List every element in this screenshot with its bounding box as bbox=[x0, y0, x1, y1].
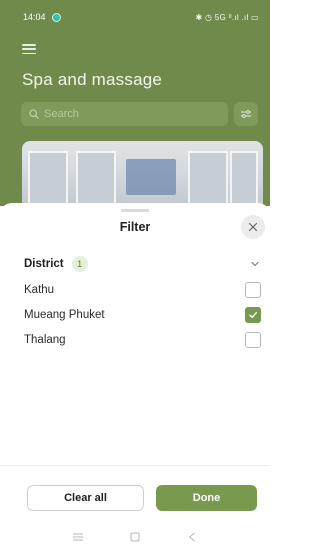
filter-button[interactable] bbox=[234, 102, 258, 126]
clear-all-button[interactable]: Clear all bbox=[27, 485, 144, 511]
checkbox[interactable] bbox=[245, 282, 261, 298]
sheet-grabber[interactable] bbox=[121, 209, 149, 212]
close-icon bbox=[248, 222, 258, 232]
checkbox-checked[interactable] bbox=[245, 307, 261, 323]
district-count-badge: 1 bbox=[71, 256, 88, 272]
checkbox[interactable] bbox=[245, 332, 261, 348]
district-section-header[interactable]: District 1 bbox=[24, 255, 260, 273]
back-nav-icon[interactable] bbox=[186, 531, 198, 543]
window-panel bbox=[188, 151, 228, 211]
search-box[interactable] bbox=[21, 102, 228, 126]
option-label: Kathu bbox=[24, 284, 55, 296]
district-label: District bbox=[24, 258, 64, 270]
chevron-down-icon bbox=[251, 261, 259, 267]
hamburger-line bbox=[22, 48, 36, 50]
window-panel bbox=[230, 151, 258, 211]
divider bbox=[0, 465, 270, 466]
close-button[interactable] bbox=[241, 215, 265, 239]
notification-dot-icon bbox=[51, 12, 61, 22]
hamburger-line bbox=[22, 52, 36, 54]
option-label: Thalang bbox=[24, 334, 66, 346]
search-input[interactable] bbox=[44, 108, 214, 120]
status-left: 14:04 bbox=[23, 12, 61, 22]
filter-icon bbox=[241, 110, 251, 118]
status-bar: 14:04 ✱ ◷ 5G ᴵᴵ.ıl .ıl ▭ bbox=[0, 0, 270, 34]
status-indicators: ✱ ◷ 5G ᴵᴵ.ıl .ıl ▭ bbox=[195, 12, 259, 22]
status-time: 14:04 bbox=[23, 12, 46, 22]
district-option-thalang[interactable]: Thalang bbox=[24, 331, 261, 349]
hamburger-line bbox=[22, 44, 36, 46]
option-label: Mueang Phuket bbox=[24, 309, 105, 321]
hamburger-icon[interactable] bbox=[22, 44, 36, 54]
filter-sheet: Filter District 1 Kathu Mueang Phuket Th… bbox=[0, 203, 270, 551]
window-panel bbox=[76, 151, 116, 211]
checkmark-icon bbox=[249, 312, 257, 319]
menu-nav-icon[interactable] bbox=[72, 532, 84, 542]
district-option-mueang-phuket[interactable]: Mueang Phuket bbox=[24, 306, 261, 324]
storefront-sign bbox=[126, 159, 176, 195]
system-nav-bar bbox=[0, 523, 270, 551]
sheet-title: Filter bbox=[119, 220, 151, 234]
district-option-kathu[interactable]: Kathu bbox=[24, 281, 261, 299]
home-nav-icon[interactable] bbox=[129, 531, 141, 543]
done-button[interactable]: Done bbox=[156, 485, 257, 511]
page-title: Spa and massage bbox=[22, 70, 163, 89]
window-panel bbox=[28, 151, 68, 211]
search-icon bbox=[29, 109, 39, 119]
